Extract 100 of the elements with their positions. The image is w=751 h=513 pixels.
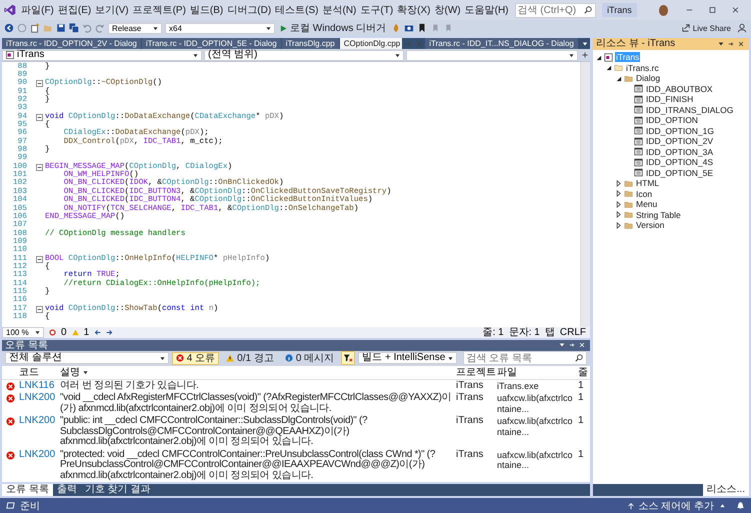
tree-item[interactable]: HTML	[635, 178, 660, 188]
menu-bar-item[interactable]: 파일(F)	[19, 2, 56, 18]
column-header[interactable]: 설명	[60, 366, 80, 378]
split-icon[interactable]	[582, 52, 588, 58]
save-icon[interactable]	[56, 23, 66, 33]
project-dropdown[interactable]: iTrans	[2, 50, 202, 60]
error-code-link[interactable]: LNK200	[19, 416, 57, 426]
menu-bar-item[interactable]: 창(W)	[432, 2, 463, 18]
menu-bar-item[interactable]: 분석(N)	[320, 2, 358, 18]
notification-bell-icon[interactable]	[736, 501, 745, 510]
line-ending-indicator[interactable]: CRLF	[560, 326, 586, 338]
indent-indicator[interactable]: 탭	[544, 326, 555, 338]
save-all-icon[interactable]	[69, 23, 79, 33]
collapsed-arrow-icon[interactable]	[615, 211, 622, 218]
tree-item[interactable]: IDD_OPTION_2V	[645, 136, 714, 146]
panel-tab[interactable]: 기호 찾기 결과	[80, 484, 154, 496]
error-count[interactable]: 0	[61, 326, 67, 338]
tree-item[interactable]: IDD_OPTION_3A	[645, 146, 714, 157]
source-control-button[interactable]: 소스 제어에 추가	[621, 498, 731, 513]
menu-bar-item[interactable]: 테스트(S)	[273, 2, 320, 18]
scope-dropdown[interactable]: 전체 솔루션	[5, 352, 169, 364]
filter-toggle[interactable]: 4 오류	[172, 352, 220, 364]
panel-tab[interactable]: 리소스...	[702, 484, 749, 496]
tree-item[interactable]: IDD_ABOUTBOX	[645, 84, 714, 94]
scope-dropdown[interactable]: (전역 범위)	[204, 50, 404, 60]
camera-icon[interactable]	[404, 23, 414, 33]
dropdown-icon[interactable]	[718, 41, 724, 47]
panel-tab[interactable]: 오류 목록	[2, 484, 53, 496]
document-tab[interactable]: iTrans.rc - IDD_OPTION_2V - Dialog	[2, 38, 141, 49]
dropdown-icon[interactable]	[559, 342, 565, 348]
tab-list-icon[interactable]	[582, 40, 588, 46]
tree-item[interactable]: iTrans.rc	[625, 62, 660, 73]
panel-tab[interactable]: 출력	[52, 484, 81, 496]
error-code-link[interactable]: LNK200	[19, 393, 57, 404]
tree-item[interactable]: Menu	[635, 199, 658, 210]
scrollbar[interactable]	[580, 62, 590, 326]
tree-item[interactable]: Version	[635, 220, 666, 230]
new-item-icon[interactable]	[30, 23, 40, 33]
menu-bar-item[interactable]: 도구(T)	[358, 2, 396, 18]
collapsed-arrow-icon[interactable]	[615, 180, 622, 187]
back-icon[interactable]	[4, 23, 14, 33]
person-icon[interactable]	[737, 23, 747, 33]
platform-dropdown[interactable]: x64	[165, 22, 275, 34]
avatar-icon[interactable]	[658, 4, 668, 16]
collapse-icon[interactable]	[36, 114, 43, 121]
forward-arrow-icon[interactable]	[106, 328, 114, 336]
collapse-icon[interactable]	[36, 80, 43, 88]
column-header[interactable]: 프로젝트	[456, 366, 496, 378]
filter-icon[interactable]	[341, 351, 356, 365]
collapse-icon[interactable]	[36, 306, 43, 313]
tree-item[interactable]: Dialog	[635, 73, 662, 84]
column-header[interactable]: 코드	[19, 366, 39, 378]
menu-bar-item[interactable]: 디버그(D)	[225, 2, 274, 18]
menu-bar-item[interactable]: 도움말(H)	[462, 2, 511, 18]
expanded-arrow-icon[interactable]	[615, 74, 622, 82]
tree-item[interactable]: Icon	[635, 188, 654, 199]
menu-bar-item[interactable]: 확장(X)	[395, 2, 433, 18]
source-dropdown[interactable]: 빌드 + IntelliSense	[358, 352, 458, 364]
tree-item[interactable]: IDD_ITRANS_DIALOG	[645, 104, 734, 115]
close-icon[interactable]	[732, 6, 740, 14]
dialog-icon	[634, 126, 643, 136]
filter-toggle[interactable]: 0/1 경고	[222, 352, 278, 364]
collapsed-arrow-icon[interactable]	[615, 190, 622, 198]
back-arrow-icon[interactable]	[94, 328, 102, 336]
zoom-dropdown[interactable]: 100 %	[2, 326, 44, 338]
tree-item[interactable]: IDD_OPTION_4S	[645, 157, 714, 168]
tree-item[interactable]: String Table	[635, 210, 682, 220]
tree-item[interactable]: IDD_OPTION	[645, 115, 699, 126]
bookmark-icon[interactable]	[417, 23, 428, 33]
configuration-dropdown[interactable]: Release	[108, 22, 162, 34]
menu-bar-item[interactable]: 보기(V)	[93, 2, 131, 18]
error-code-link[interactable]: LNK200	[19, 450, 57, 460]
document-tab[interactable]: iTrans.rc - IDD_IT...NS_DIALOG - Dialog	[425, 38, 578, 49]
collapsed-arrow-icon[interactable]	[615, 200, 622, 208]
live-share-button[interactable]: Live Share	[678, 24, 734, 32]
column-header[interactable]: 파일	[497, 366, 517, 378]
expanded-arrow-icon[interactable]	[595, 54, 602, 61]
search-field[interactable]: 검색 (Ctrl+Q)	[514, 2, 596, 18]
document-tab[interactable]: COptionDlg.cpp	[340, 38, 402, 49]
collapsed-arrow-icon[interactable]	[615, 222, 622, 229]
expanded-arrow-icon[interactable]	[605, 64, 612, 72]
menu-bar-item[interactable]: 편집(E)	[56, 2, 94, 18]
tree-item[interactable]: IDD_OPTION_1G	[645, 126, 716, 136]
pin-icon[interactable]	[728, 41, 734, 47]
search-field[interactable]: 검색 오류 목록	[463, 351, 587, 365]
filter-toggle[interactable]: 0 메시지	[280, 352, 338, 364]
collapse-icon[interactable]	[36, 164, 43, 171]
error-code-link[interactable]: LNK116	[19, 380, 57, 391]
document-tab[interactable]: iTrans.rc - IDD_OPTION_5E - Dialog	[142, 38, 281, 49]
menu-bar-item[interactable]: 빌드(B)	[188, 2, 226, 18]
maximize-icon[interactable]	[709, 6, 716, 14]
warning-count[interactable]: 1	[84, 326, 90, 338]
collapse-icon[interactable]	[36, 256, 43, 263]
tree-item[interactable]: IDD_FINISH	[645, 94, 694, 104]
start-debugging-button[interactable]: 로컬 Windows 디버거	[278, 21, 388, 35]
tree-item[interactable]: IDD_OPTION_5E	[645, 168, 714, 178]
menu-bar-item[interactable]: 프로젝트(P)	[130, 2, 188, 18]
close-icon[interactable]	[738, 41, 744, 47]
document-tab[interactable]: iTransDlg.cpp	[282, 38, 339, 49]
column-header[interactable]: 줄	[578, 366, 588, 378]
